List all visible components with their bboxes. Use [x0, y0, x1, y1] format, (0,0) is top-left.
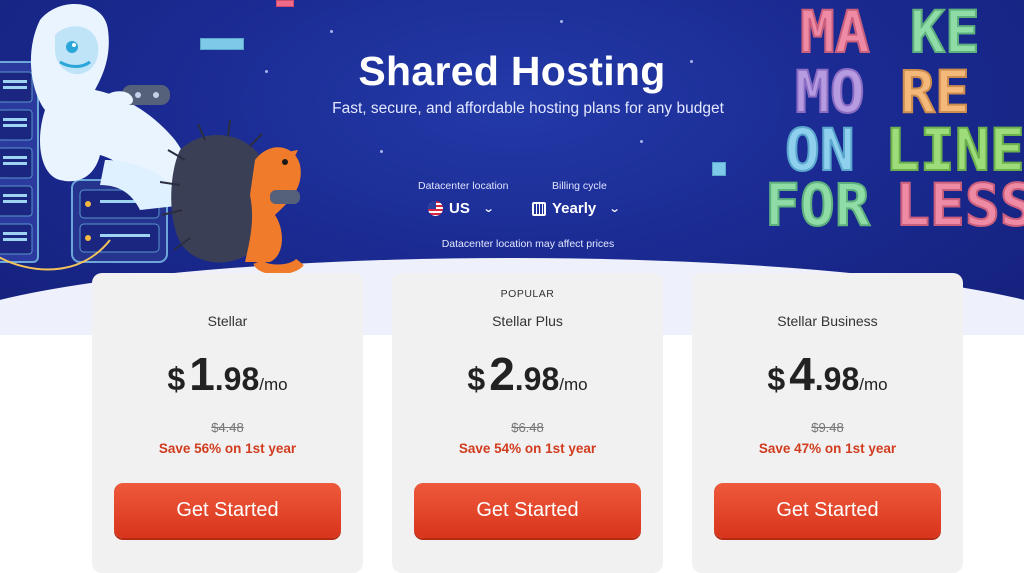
datacenter-selector[interactable]: Datacenter location US ⌄: [418, 180, 508, 217]
datacenter-label: Datacenter location: [418, 180, 509, 192]
calendar-icon: [532, 201, 546, 216]
plan-price: $ 4 .98 /mo: [692, 351, 963, 398]
savings-text: Save 56% on 1st year: [158, 441, 297, 456]
original-price: $4.48: [211, 420, 244, 435]
page-title: Shared Hosting: [358, 48, 666, 94]
price-integer: 4: [789, 348, 815, 400]
price-currency: $: [467, 361, 486, 397]
plan-name: Stellar Plus: [492, 313, 563, 329]
billing-cycle-value: Yearly: [552, 200, 597, 217]
chevron-down-icon: ⌄: [608, 203, 621, 215]
get-started-button[interactable]: Get Started: [414, 483, 641, 538]
svg-text:FOR: FOR: [765, 171, 870, 239]
price-period: /mo: [259, 375, 288, 394]
billing-cycle-selector[interactable]: Billing cycle Yearly ⌄: [532, 180, 621, 217]
star: [380, 150, 383, 153]
original-price: $6.48: [511, 420, 544, 435]
floating-block: [712, 162, 726, 176]
price-decimal: .98: [814, 361, 860, 397]
price-integer: 2: [489, 348, 515, 400]
star: [560, 20, 563, 23]
datacenter-price-note: Datacenter location may affect prices: [441, 238, 615, 250]
plan-name: Stellar Business: [777, 313, 878, 329]
price-decimal: .98: [214, 361, 260, 397]
plan-card-stellar-plus: POPULAR Stellar Plus $ 2 .98 /mo $6.48 S…: [392, 273, 663, 573]
plan-price: $ 2 .98 /mo: [392, 351, 663, 398]
chevron-down-icon: ⌄: [482, 203, 495, 215]
savings-text: Save 47% on 1st year: [758, 441, 897, 456]
star: [330, 30, 333, 33]
get-started-button[interactable]: Get Started: [714, 483, 941, 538]
price-currency: $: [767, 361, 786, 397]
get-started-button[interactable]: Get Started: [114, 483, 341, 538]
datacenter-dropdown[interactable]: US ⌄: [418, 200, 508, 217]
price-integer: 1: [189, 348, 215, 400]
plan-name: Stellar: [207, 313, 248, 329]
price-period: /mo: [559, 375, 588, 394]
datacenter-value: US: [449, 200, 470, 217]
savings-text: Save 54% on 1st year: [458, 441, 597, 456]
plan-price: $ 1 .98 /mo: [92, 351, 363, 398]
billing-cycle-dropdown[interactable]: Yearly ⌄: [532, 200, 621, 217]
page-subtitle: Fast, secure, and affordable hosting pla…: [332, 100, 724, 117]
plan-card-stellar: Stellar $ 1 .98 /mo $4.48 Save 56% on 1s…: [92, 273, 363, 573]
price-decimal: .98: [514, 361, 560, 397]
us-flag-icon: [428, 201, 443, 216]
svg-text:LESS: LESS: [895, 171, 1024, 239]
make-more-online-for-less-illustration: MA KE MO RE ON LINE FOR LESS: [764, 0, 1024, 240]
plan-card-stellar-business: Stellar Business $ 4 .98 /mo $9.48 Save …: [692, 273, 963, 573]
original-price: $9.48: [811, 420, 844, 435]
billing-cycle-label: Billing cycle: [552, 180, 607, 192]
star: [640, 140, 643, 143]
popular-badge: POPULAR: [500, 288, 555, 300]
price-currency: $: [167, 361, 186, 397]
price-period: /mo: [859, 375, 888, 394]
